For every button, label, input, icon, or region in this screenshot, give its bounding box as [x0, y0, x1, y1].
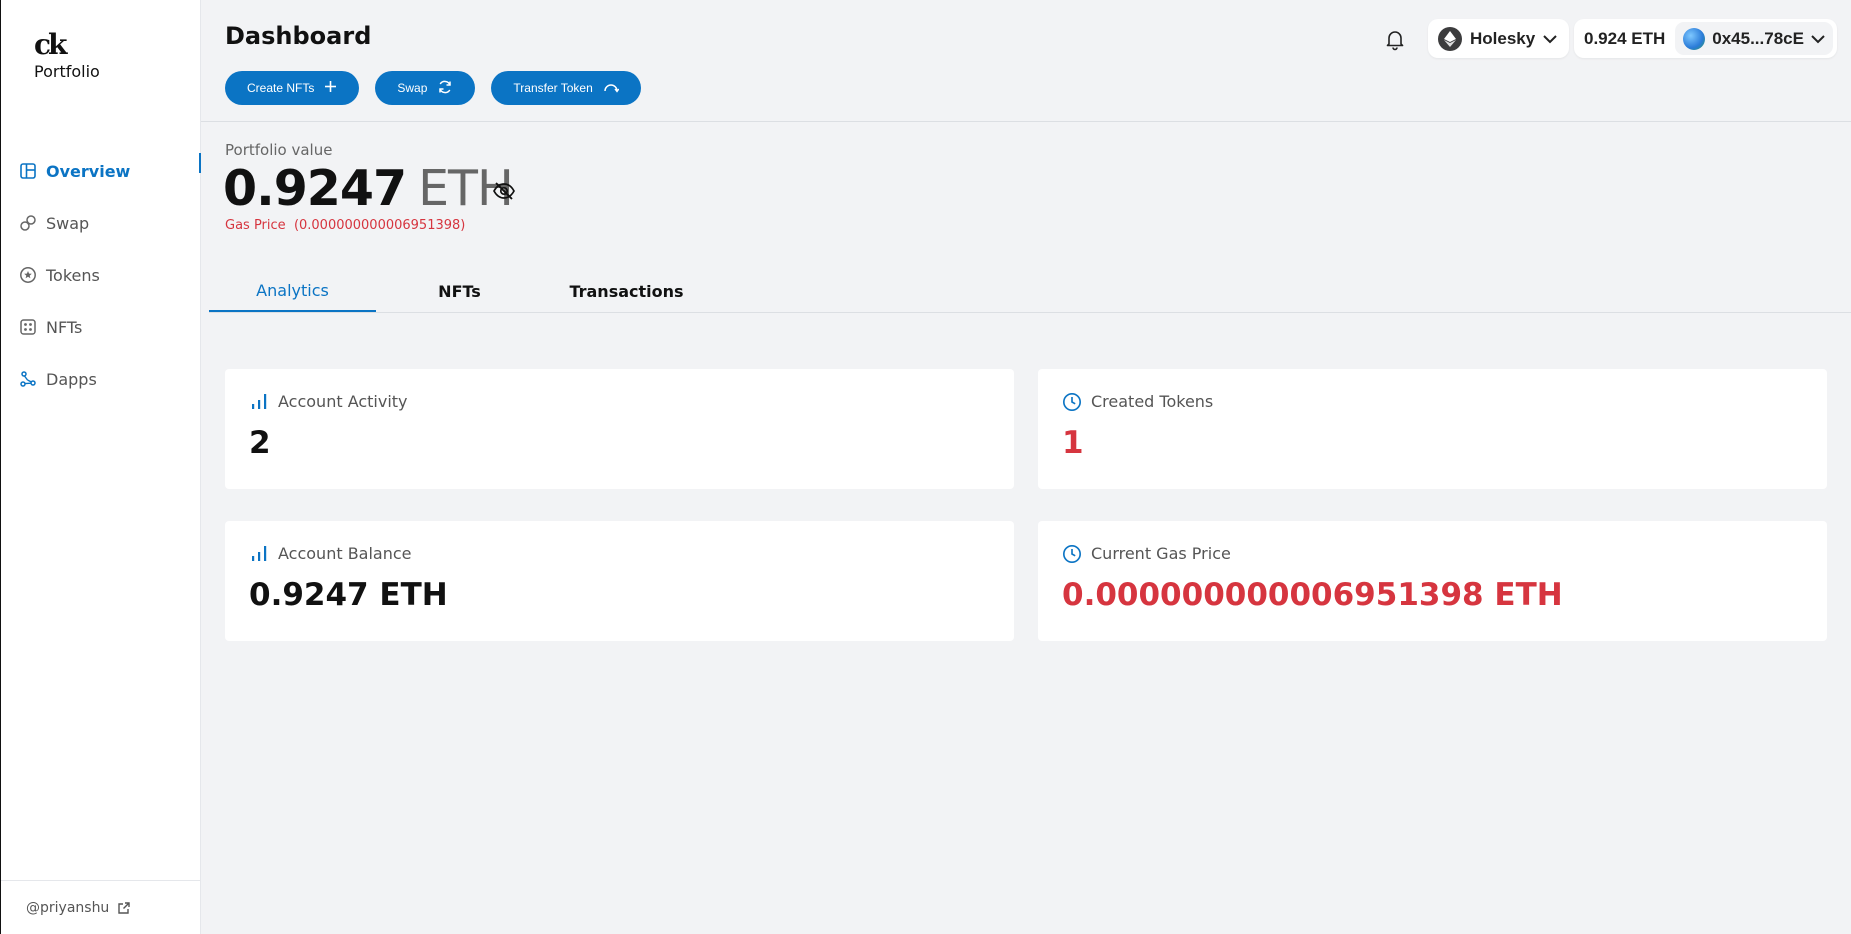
create-nfts-button[interactable]: Create NFTs — [225, 71, 360, 105]
bar-chart-icon — [249, 391, 269, 411]
network-name: Holesky — [1470, 28, 1536, 48]
network-selector[interactable]: Holesky — [1428, 19, 1570, 58]
hide-balance-eye-icon[interactable] — [492, 179, 516, 203]
swap-label: Swap — [397, 81, 428, 95]
portfolio-value: 0.9247 ETH — [223, 160, 514, 217]
notification-bell-icon[interactable] — [1383, 27, 1407, 51]
logo-text: Portfolio — [34, 62, 100, 81]
card-title: Created Tokens — [1091, 391, 1214, 411]
current-gas-price-card: Current Gas Price 0.000000000006951398 E… — [1038, 521, 1827, 641]
chevron-down-icon — [1811, 29, 1825, 49]
ethereum-icon — [1438, 26, 1462, 51]
sidebar-item-overview[interactable]: Overview — [1, 145, 201, 197]
overview-icon — [19, 162, 37, 180]
card-value: 0.000000000006951398 ETH — [1062, 577, 1563, 613]
page-title: Dashboard — [225, 22, 372, 50]
profile-link[interactable]: @priyanshu — [1, 880, 201, 934]
sidebar-item-label: Overview — [46, 161, 131, 181]
gas-price-label: Gas Price — [225, 218, 286, 233]
avatar — [1683, 27, 1706, 50]
card-header: Account Balance — [249, 543, 412, 563]
card-title: Account Balance — [278, 543, 412, 563]
external-link-icon — [117, 901, 131, 915]
gas-price-value: (0.000000000006951398) — [293, 218, 466, 233]
dapps-network-icon — [19, 370, 37, 388]
gas-price-line: Gas Price (0.000000000006951398) — [225, 218, 465, 233]
sidebar: ck Portfolio Overview Swap Tokens NFTs D… — [0, 0, 201, 934]
account-balance-card: Account Balance 0.9247 ETH — [225, 521, 1014, 641]
content-tabs: Analytics NFTs Transactions — [209, 270, 1851, 313]
account-activity-card: Account Activity 2 — [225, 369, 1014, 489]
tab-label: Analytics — [256, 280, 329, 300]
account-selector[interactable]: 0x45...78cE — [1675, 22, 1833, 55]
action-bar: Create NFTs Swap Transfer Token — [225, 71, 641, 105]
token-star-icon — [19, 266, 37, 284]
wallet-address: 0x45...78cE — [1712, 28, 1804, 48]
sidebar-item-dapps[interactable]: Dapps — [1, 353, 201, 405]
transfer-token-button[interactable]: Transfer Token — [491, 71, 641, 105]
nft-grid-icon — [19, 318, 37, 336]
tab-transactions[interactable]: Transactions — [543, 270, 710, 312]
card-header: Created Tokens — [1062, 391, 1213, 411]
sidebar-item-swap[interactable]: Swap — [1, 197, 201, 249]
create-nfts-label: Create NFTs — [247, 81, 315, 95]
tab-analytics[interactable]: Analytics — [209, 270, 376, 312]
card-title: Current Gas Price — [1091, 543, 1231, 563]
sidebar-item-label: Swap — [46, 213, 90, 233]
page-header: Dashboard Create NFTs Swap Transfer Toke… — [201, 0, 1851, 122]
swap-link-icon — [19, 214, 37, 232]
chevron-down-icon — [1543, 29, 1557, 49]
swap-button[interactable]: Swap — [375, 71, 476, 105]
bar-chart-icon — [249, 543, 269, 563]
clock-icon — [1062, 391, 1082, 411]
sidebar-item-label: NFTs — [46, 317, 83, 337]
portfolio-value-label: Portfolio value — [225, 141, 333, 159]
wallet-balance: 0.924 ETH — [1584, 28, 1666, 48]
wallet-widget: 0.924 ETH 0x45...78cE — [1574, 19, 1837, 58]
transfer-token-label: Transfer Token — [513, 81, 593, 95]
created-tokens-card: Created Tokens 1 — [1038, 369, 1827, 489]
transfer-arc-icon — [603, 80, 620, 97]
logo-mark: ck — [34, 28, 67, 61]
sidebar-item-nfts[interactable]: NFTs — [1, 301, 201, 353]
card-value: 0.9247 ETH — [249, 577, 448, 613]
refresh-icon — [437, 79, 453, 98]
tab-label: Transactions — [569, 281, 684, 301]
card-value: 1 — [1062, 425, 1084, 461]
tab-label: NFTs — [438, 281, 481, 301]
plus-icon — [324, 80, 337, 96]
clock-icon — [1062, 543, 1082, 563]
sidebar-item-tokens[interactable]: Tokens — [1, 249, 201, 301]
card-header: Current Gas Price — [1062, 543, 1231, 563]
portfolio-amount: 0.9247 — [223, 160, 407, 217]
tab-nfts[interactable]: NFTs — [376, 270, 543, 312]
sidebar-item-label: Dapps — [46, 369, 97, 389]
card-title: Account Activity — [278, 391, 408, 411]
profile-username: @priyanshu — [26, 899, 110, 916]
app-logo[interactable]: ck Portfolio — [34, 28, 104, 82]
card-header: Account Activity — [249, 391, 408, 411]
card-value: 2 — [249, 425, 271, 461]
sidebar-item-label: Tokens — [46, 265, 100, 285]
sidebar-nav: Overview Swap Tokens NFTs Dapps — [1, 145, 201, 405]
